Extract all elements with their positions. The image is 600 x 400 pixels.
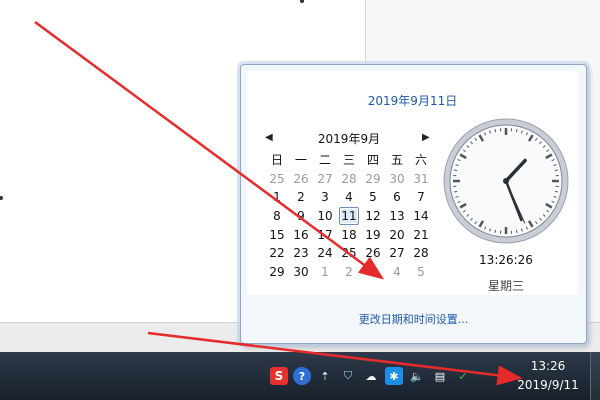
calendar-day[interactable]: 30 [385, 171, 409, 187]
calendar-day[interactable]: 1 [265, 189, 289, 205]
weekday-label: 星期三 [487, 279, 524, 293]
help-icon[interactable]: ? [293, 367, 311, 385]
calendar-day[interactable]: 2 [337, 264, 361, 280]
star-app-icon[interactable]: ✱ [385, 367, 403, 385]
calendar-day[interactable]: 17 [313, 227, 337, 243]
calendar-day[interactable]: 4 [385, 264, 409, 280]
weekday-header-cell: 三 [342, 153, 355, 168]
calendar-day[interactable]: 4 [337, 189, 361, 205]
clock-minute-tick [454, 190, 458, 193]
calendar-week-row: 8 9 10 11 12 13 14 [265, 207, 433, 226]
clock-minute-tick [554, 190, 558, 193]
clock-minute-tick [515, 129, 518, 133]
calendar-day[interactable]: 5 [361, 189, 385, 205]
calendar-day[interactable]: 6 [385, 189, 409, 205]
calendar-week-row: 25 26 27 28 29 30 31 [265, 170, 433, 189]
cloud-icon[interactable]: ☁ [362, 367, 380, 385]
weekday-header-cell: 四 [366, 153, 379, 168]
clock-minute-tick [494, 129, 497, 133]
sogou-ime-icon[interactable]: S [270, 367, 288, 385]
calendar-day[interactable]: 28 [337, 171, 361, 187]
calendar-week-row: 15 16 17 18 19 20 21 [265, 225, 433, 244]
analog-clock [442, 117, 570, 245]
calendar-day[interactable]: 19 [361, 227, 385, 243]
calendar-day[interactable]: 18 [337, 227, 361, 243]
datetime-popup: 2019年9月11日 ◀ 2019年9月 ▶ 日一二三四五六 25 26 27 28 29… [240, 64, 587, 344]
clock-center-pin [503, 178, 509, 184]
popup-content: 2019年9月11日 ◀ 2019年9月 ▶ 日一二三四五六 25 26 27 28 29… [247, 71, 578, 295]
calendar-day[interactable]: 30 [289, 264, 313, 280]
calendar-day[interactable]: 10 [313, 208, 337, 224]
calendar-day[interactable]: 27 [313, 171, 337, 187]
calendar-day[interactable]: 28 [409, 245, 433, 261]
calendar-week-row: 29 30 1 2 3 4 5 [265, 263, 433, 282]
calendar-day[interactable]: 12 [361, 208, 385, 224]
clock-minute-tick [454, 169, 458, 172]
calendar-day-today[interactable]: 11 [339, 207, 359, 226]
calendar-day[interactable]: 14 [409, 208, 433, 224]
taskbar-clock[interactable]: 13:26 2019/9/11 [508, 355, 588, 397]
calendar-day[interactable]: 23 [289, 245, 313, 261]
calendar-day[interactable]: 16 [289, 227, 313, 243]
calendar-day[interactable]: 1 [313, 264, 337, 280]
calendar-day[interactable]: 13 [385, 208, 409, 224]
calendar-day[interactable]: 31 [409, 171, 433, 187]
calendar-day[interactable]: 2 [289, 189, 313, 205]
shield-icon[interactable]: ⛉ [339, 367, 357, 385]
tray-expand-icon[interactable]: ⇡ [316, 367, 334, 385]
calendar-day[interactable]: 29 [265, 264, 289, 280]
weekday-header-cell: 六 [414, 153, 427, 168]
calendar-day[interactable]: 24 [313, 245, 337, 261]
calendar-day[interactable]: 21 [409, 227, 433, 243]
digital-time: 13:26:26 [479, 253, 533, 267]
network-icon[interactable]: ✓ [454, 367, 472, 385]
calendar-day[interactable]: 25 [337, 245, 361, 261]
taskbar-time: 13:26 [530, 359, 566, 373]
calendar-week-row: 1234567 [265, 188, 433, 207]
calendar-day[interactable]: 27 [385, 245, 409, 261]
calendar-day[interactable]: 29 [361, 171, 385, 187]
clock-minute-tick [515, 229, 518, 233]
calendar-day[interactable]: 9 [289, 208, 313, 224]
calendar-grid: 日一二三四五六 25 26 27 28 29 30 31 1 2 3 4 5 6 7 8 9 10 11 12 13 14… [265, 151, 433, 281]
clock-face [443, 118, 569, 244]
volume-icon[interactable]: 🔈 [408, 367, 426, 385]
taskbar: S? ⇡ ⛉ ☁ ✱ 🔈 ▤ ✓ 13:26 2019/9/11 [0, 352, 600, 400]
change-datetime-settings-link[interactable]: 更改日期和时间设置... [241, 311, 586, 327]
system-tray: S? ⇡ ⛉ ☁ ✱ 🔈 ▤ ✓ [270, 366, 477, 386]
weekday-header-cell: 二 [318, 153, 331, 168]
calendar-day[interactable]: 22 [265, 245, 289, 261]
calendar-day[interactable]: 7 [409, 189, 433, 205]
long-date-link[interactable]: 2019年9月11日 [247, 92, 578, 109]
calendar-day[interactable]: 25 [265, 171, 289, 187]
previous-month-button[interactable]: ◀ [265, 132, 273, 143]
calendar-day[interactable]: 8 [265, 208, 289, 224]
calendar-week-row: 22 23 24 25 26 27 28 [265, 244, 433, 263]
calendar-day[interactable]: 3 [313, 189, 337, 205]
weekday-header-cell: 日 [270, 153, 283, 168]
calendar-day[interactable]: 20 [385, 227, 409, 243]
weekday-header-cell: 一 [294, 153, 307, 168]
clock-minute-tick [494, 229, 497, 233]
show-desktop-button[interactable] [590, 352, 600, 400]
taskbar-date: 2019/9/11 [517, 378, 579, 392]
weekday-header: 日一二三四五六 [265, 151, 433, 170]
clock-minute-tick [554, 169, 558, 172]
weekday-header-cell: 五 [390, 153, 403, 168]
calendar-day[interactable]: 3 [361, 264, 385, 280]
month-title[interactable]: 2019年9月 [287, 130, 411, 147]
calendar-day[interactable]: 26 [289, 171, 313, 187]
calendar-day[interactable]: 5 [409, 264, 433, 280]
next-month-button[interactable]: ▶ [422, 132, 430, 143]
calendar-day[interactable]: 15 [265, 227, 289, 243]
calendar-day[interactable]: 26 [361, 245, 385, 261]
clipboard-icon[interactable]: ▤ [431, 367, 449, 385]
